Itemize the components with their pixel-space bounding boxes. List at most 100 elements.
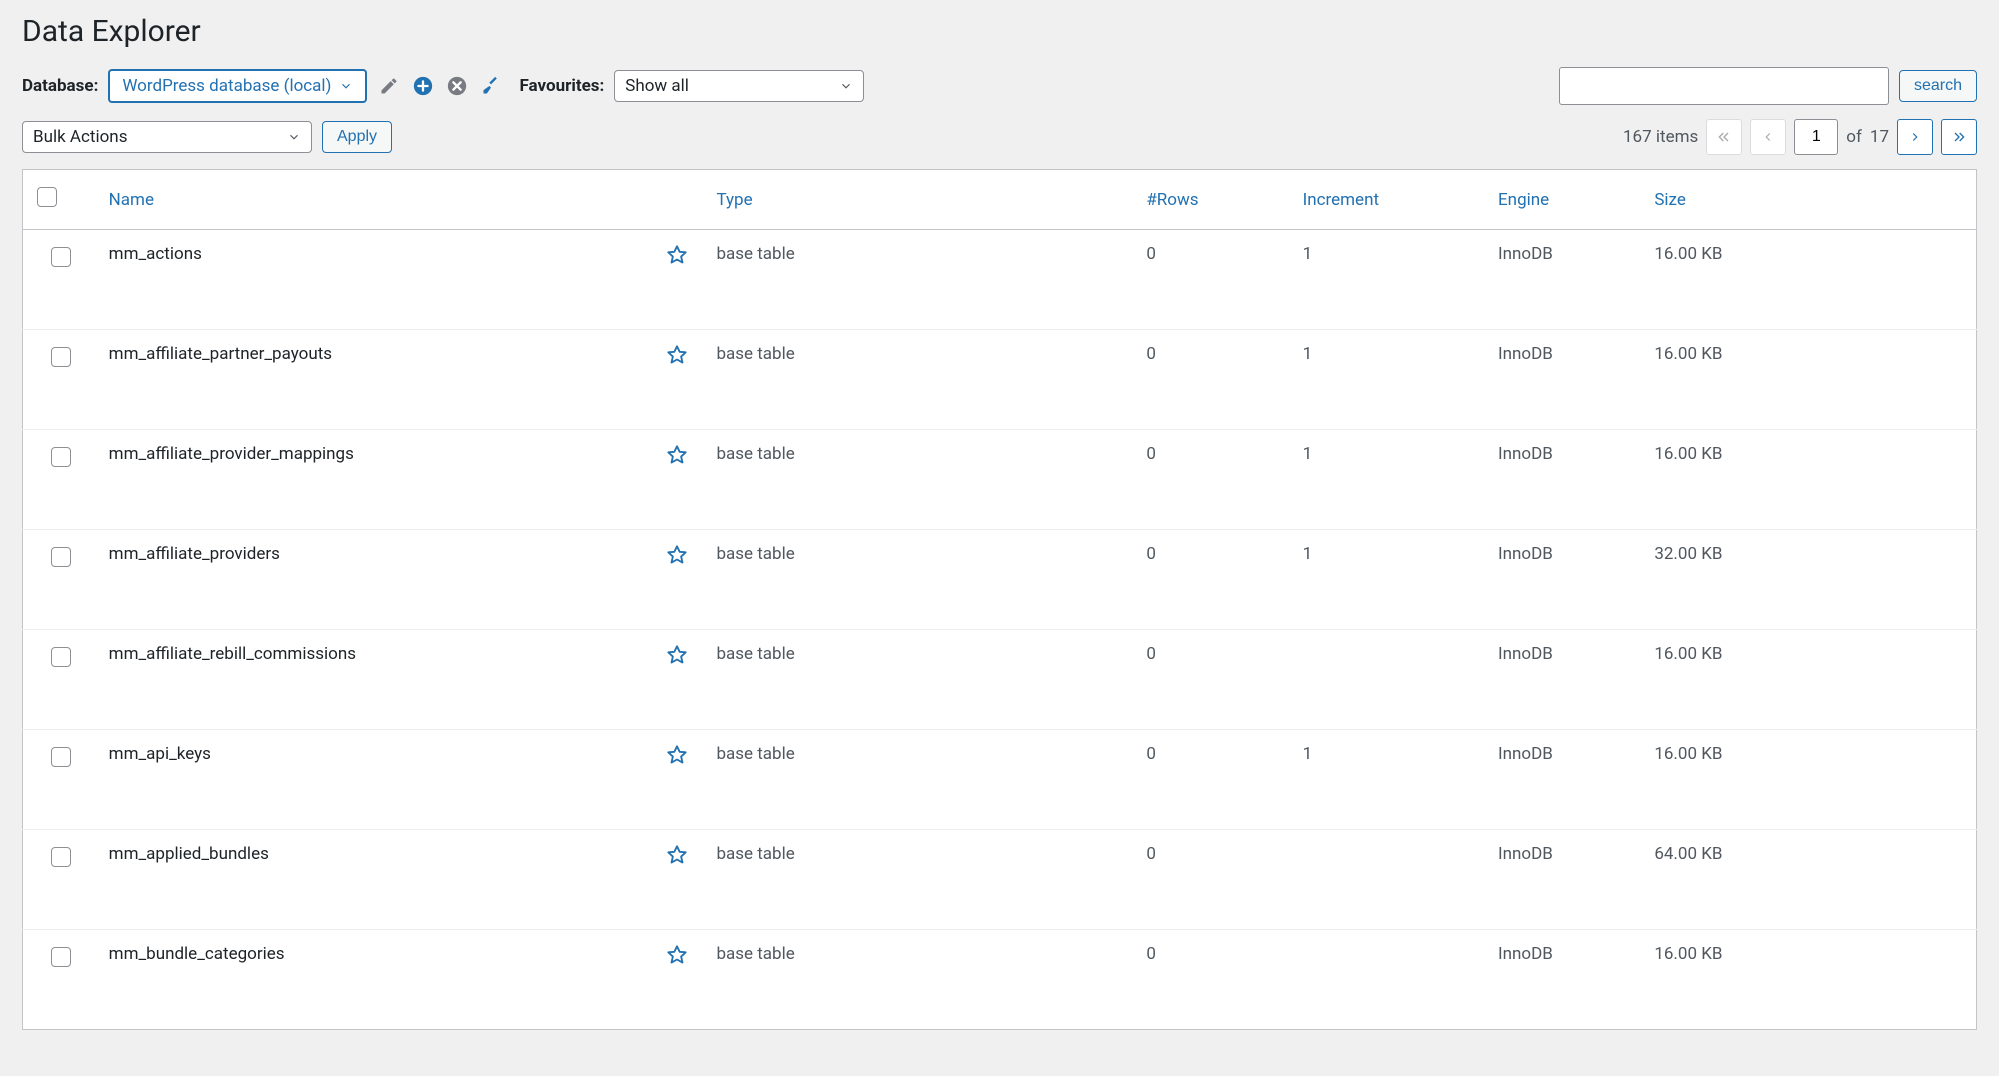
table-name-link[interactable]: mm_api_keys <box>109 744 211 764</box>
cell-rows: 0 <box>1136 430 1292 530</box>
row-checkbox[interactable] <box>51 747 71 767</box>
pager-items-text: 167 items <box>1623 127 1698 147</box>
cell-increment <box>1293 630 1488 730</box>
favourite-toggle[interactable] <box>666 551 688 571</box>
chevron-left-icon <box>1761 130 1775 144</box>
row-checkbox[interactable] <box>51 847 71 867</box>
chevron-right-icon <box>1908 130 1922 144</box>
apply-button[interactable]: Apply <box>322 121 392 153</box>
cell-size: 16.00 KB <box>1644 930 1976 1030</box>
column-header-increment[interactable]: Increment <box>1303 190 1379 210</box>
row-checkbox[interactable] <box>51 947 71 967</box>
star-icon <box>666 644 688 666</box>
table-name-link[interactable]: mm_affiliate_partner_payouts <box>109 344 332 364</box>
table-name-link[interactable]: mm_bundle_categories <box>109 944 285 964</box>
star-icon <box>666 244 688 266</box>
pager-of-label: of <box>1846 127 1862 147</box>
cell-type: base table <box>706 330 1136 430</box>
search-button[interactable]: search <box>1899 70 1977 102</box>
favourite-toggle[interactable] <box>666 351 688 371</box>
cell-size: 16.00 KB <box>1644 330 1976 430</box>
cell-rows: 0 <box>1136 830 1292 930</box>
cell-engine: InnoDB <box>1488 430 1644 530</box>
chevron-down-icon <box>839 79 853 93</box>
table-row: mm_affiliate_provider_mappingsbase table… <box>23 430 1977 530</box>
row-checkbox[interactable] <box>51 247 71 267</box>
row-checkbox[interactable] <box>51 347 71 367</box>
cell-rows: 0 <box>1136 230 1292 330</box>
toolbar-row-1: Database: WordPress database (local) Fav… <box>22 67 1977 105</box>
x-circle-icon <box>446 75 468 97</box>
database-select[interactable]: WordPress database (local) <box>108 69 367 103</box>
star-icon <box>666 344 688 366</box>
pager-first-button <box>1706 119 1742 155</box>
column-header-type[interactable]: Type <box>716 190 752 210</box>
star-icon <box>666 844 688 866</box>
pager-prev-button <box>1750 119 1786 155</box>
tables-list: Name Type #Rows Increment Engine Size mm… <box>22 169 1977 1030</box>
cell-type: base table <box>706 830 1136 930</box>
favourites-select[interactable]: Show all <box>614 70 864 102</box>
table-name-link[interactable]: mm_affiliate_rebill_commissions <box>109 644 356 664</box>
page-title: Data Explorer <box>22 14 1977 49</box>
cell-size: 16.00 KB <box>1644 630 1976 730</box>
row-checkbox[interactable] <box>51 547 71 567</box>
pager-last-button[interactable] <box>1941 119 1977 155</box>
pager-next-button[interactable] <box>1897 119 1933 155</box>
cell-increment: 1 <box>1293 430 1488 530</box>
cell-size: 16.00 KB <box>1644 230 1976 330</box>
cell-engine: InnoDB <box>1488 630 1644 730</box>
favourite-toggle[interactable] <box>666 851 688 871</box>
cell-increment: 1 <box>1293 530 1488 630</box>
cell-type: base table <box>706 630 1136 730</box>
cell-rows: 0 <box>1136 930 1292 1030</box>
star-icon <box>666 744 688 766</box>
cell-engine: InnoDB <box>1488 730 1644 830</box>
table-name-link[interactable]: mm_affiliate_provider_mappings <box>109 444 354 464</box>
cell-rows: 0 <box>1136 730 1292 830</box>
cell-engine: InnoDB <box>1488 830 1644 930</box>
table-name-link[interactable]: mm_affiliate_providers <box>109 544 280 564</box>
delete-database-button[interactable] <box>445 74 469 98</box>
clean-database-button[interactable] <box>479 74 503 98</box>
star-icon <box>666 944 688 966</box>
table-row: mm_applied_bundlesbase table0InnoDB64.00… <box>23 830 1977 930</box>
broom-icon <box>481 76 501 96</box>
pager-total-pages: 17 <box>1870 127 1889 147</box>
column-header-name[interactable]: Name <box>109 190 154 210</box>
cell-size: 16.00 KB <box>1644 430 1976 530</box>
database-label: Database: <box>22 76 98 96</box>
favourite-toggle[interactable] <box>666 651 688 671</box>
cell-increment <box>1293 930 1488 1030</box>
edit-database-button[interactable] <box>377 74 401 98</box>
table-row: mm_api_keysbase table01InnoDB16.00 KB <box>23 730 1977 830</box>
bulk-actions-value: Bulk Actions <box>33 127 127 147</box>
chevron-down-icon <box>287 130 301 144</box>
add-database-button[interactable] <box>411 74 435 98</box>
column-header-engine[interactable]: Engine <box>1498 190 1549 210</box>
bulk-actions-select[interactable]: Bulk Actions <box>22 121 312 153</box>
row-checkbox[interactable] <box>51 647 71 667</box>
cell-type: base table <box>706 530 1136 630</box>
select-all-checkbox[interactable] <box>37 187 57 207</box>
column-header-rows[interactable]: #Rows <box>1146 190 1198 210</box>
table-name-link[interactable]: mm_actions <box>109 244 202 264</box>
favourite-toggle[interactable] <box>666 951 688 971</box>
cell-type: base table <box>706 730 1136 830</box>
search-input[interactable] <box>1559 67 1889 105</box>
favourite-toggle[interactable] <box>666 251 688 271</box>
table-name-link[interactable]: mm_applied_bundles <box>109 844 269 864</box>
cell-engine: InnoDB <box>1488 230 1644 330</box>
cell-size: 32.00 KB <box>1644 530 1976 630</box>
favourite-toggle[interactable] <box>666 451 688 471</box>
favourite-toggle[interactable] <box>666 751 688 771</box>
row-checkbox[interactable] <box>51 447 71 467</box>
cell-engine: InnoDB <box>1488 330 1644 430</box>
chevron-double-right-icon <box>1951 129 1967 145</box>
pager-current-input[interactable] <box>1794 119 1838 155</box>
cell-size: 16.00 KB <box>1644 730 1976 830</box>
table-row: mm_bundle_categoriesbase table0InnoDB16.… <box>23 930 1977 1030</box>
column-header-size[interactable]: Size <box>1654 190 1686 210</box>
cell-engine: InnoDB <box>1488 530 1644 630</box>
cell-rows: 0 <box>1136 330 1292 430</box>
